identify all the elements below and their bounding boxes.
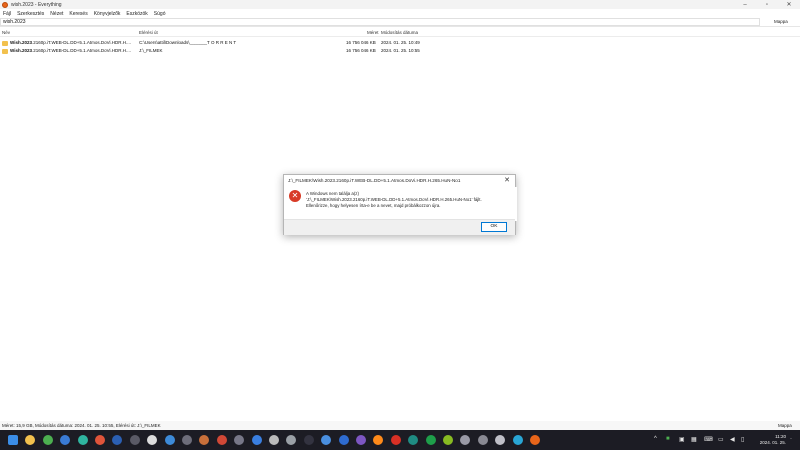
table-row[interactable]: Wish.2023.2160p.iT.WEB-DL.DD+5.1.Atmos.D… — [0, 39, 800, 47]
minimize-icon[interactable]: – — [734, 0, 756, 9]
browser-icon[interactable] — [95, 435, 105, 445]
row-modified: 2024. 01. 25. 10:49 — [381, 40, 420, 45]
start-icon[interactable] — [8, 435, 18, 445]
pen-icon[interactable] — [286, 435, 297, 445]
calculator-icon[interactable] — [129, 435, 140, 445]
file-explorer-icon[interactable] — [25, 435, 36, 445]
folder-icon — [2, 40, 8, 46]
mail-icon[interactable] — [164, 435, 175, 445]
clock-date: 2024. 01. 25. — [759, 440, 786, 445]
tray-app-icon[interactable]: ▦ — [691, 436, 697, 443]
column-path[interactable]: Elérési út — [139, 30, 158, 35]
dialog-message-line3: Ellenőrizze, hogy helyesen írta-e be a n… — [306, 203, 441, 208]
notification-icon[interactable]: · — [790, 436, 792, 442]
settings-app-icon[interactable] — [199, 435, 210, 445]
everything-app-icon — [2, 1, 8, 8]
dialog-title: J:\_FILMEK\Wish.2023.2160p.iT.WEB-DL.DD+… — [288, 178, 461, 183]
column-modified[interactable]: Módosítás dátuma — [381, 30, 418, 35]
chrome-icon[interactable] — [42, 435, 53, 445]
battery-icon[interactable]: ▯ — [741, 436, 744, 443]
menu-item-edit[interactable]: Szerkesztés — [17, 11, 44, 17]
dialog-footer: OK — [284, 219, 515, 235]
edge-icon[interactable] — [77, 435, 88, 445]
title-bar: wish.2023 - Everything – ▫ ✕ — [0, 0, 800, 9]
dialog-close-icon[interactable]: ✕ — [504, 176, 510, 184]
folder-icon — [2, 48, 8, 54]
game-icon[interactable] — [443, 435, 453, 445]
chat-icon[interactable] — [477, 435, 488, 445]
app-blue-icon[interactable] — [251, 435, 262, 445]
grey-app-icon[interactable] — [460, 435, 471, 445]
row-name: Wish.2023.2160p.iT.WEB-DL.DD+5.1.Atmos.D… — [10, 48, 131, 53]
dialog-message: A Windows nem találja a(z) 'J:\_FILMEK\W… — [306, 191, 482, 209]
filter-label: Mappa — [774, 19, 788, 24]
menu-item-view[interactable]: Nézet — [50, 11, 63, 17]
status-text: Méret: 15,9 GB, Módosítás dátuma: 2024. … — [2, 423, 161, 428]
menu-bar: Fájl Szerkesztés Nézet Keresés Könyvjelz… — [0, 9, 800, 18]
close-icon[interactable]: ✕ — [778, 0, 800, 9]
row-size: 16 756 046 KB — [346, 40, 376, 45]
column-headers: Név Elérési út Méret Módosítás dátuma — [0, 29, 800, 37]
row-size: 16 756 046 KB — [346, 48, 376, 53]
menu-item-tools[interactable]: Eszközök — [126, 11, 147, 17]
green-app-icon[interactable] — [425, 435, 436, 445]
tray-app-icon[interactable]: ■ — [666, 436, 670, 442]
gear-icon[interactable] — [321, 435, 332, 445]
teal-app-icon[interactable] — [408, 435, 419, 445]
column-name[interactable]: Név — [2, 30, 10, 35]
volume-icon[interactable]: ◀ — [730, 436, 735, 443]
status-bar: Méret: 15,9 GB, Módosítás dátuma: 2024. … — [0, 421, 800, 430]
row-name-highlight: Wish.2023 — [10, 40, 32, 45]
maximize-icon[interactable]: ▫ — [756, 0, 778, 9]
media-icon[interactable] — [234, 435, 245, 445]
window-title: wish.2023 - Everything — [11, 1, 62, 8]
terminal-icon[interactable] — [303, 435, 314, 445]
error-dialog: J:\_FILMEK\Wish.2023.2160p.iT.WEB-DL.DD+… — [283, 174, 517, 235]
search-app-icon[interactable] — [147, 435, 158, 445]
search-input[interactable]: wish.2023 — [0, 18, 760, 26]
menu-item-file[interactable]: Fájl — [3, 11, 11, 17]
row-name-rest: .2160p.iT.WEB-DL.DD+5.1.Atmos.DoVi.HDR.H… — [31, 48, 132, 53]
row-path: J:\_FILMEK — [139, 48, 163, 53]
filter-dropdown[interactable]: Mappa — [768, 18, 800, 26]
search-row: wish.2023 Mappa — [0, 18, 800, 27]
tool-icon[interactable] — [216, 435, 227, 445]
table-row[interactable]: Wish.2023.2160p.iT.WEB-DL.DD+5.1.Atmos.D… — [0, 47, 800, 55]
app-dot-icon[interactable] — [269, 435, 279, 445]
store-icon[interactable] — [60, 435, 71, 445]
blue-app-icon[interactable] — [338, 435, 349, 445]
row-name: Wish.2023.2160p.iT.WEB-DL.DD+5.1.Atmos.D… — [10, 40, 131, 45]
cyan-app-icon[interactable] — [512, 435, 523, 445]
firefox-icon[interactable] — [373, 435, 384, 445]
menu-item-bookmarks[interactable]: Könyvjelzők — [94, 11, 121, 17]
taskbar: ^ ■ ▣ ▦ ⌨ ▭ ◀ ▯ 11:20 2024. 01. 25. · — [0, 430, 800, 450]
viber-icon[interactable] — [356, 435, 366, 445]
error-icon: ✕ — [289, 190, 301, 202]
dialog-body: ✕ A Windows nem találja a(z) 'J:\_FILMEK… — [284, 187, 517, 221]
chevron-up-icon[interactable]: ^ — [654, 436, 657, 442]
circle-app-icon[interactable] — [495, 435, 506, 445]
clock[interactable]: 11:20 2024. 01. 25. — [752, 434, 786, 446]
everything-icon[interactable] — [530, 435, 540, 445]
row-name-highlight: Wish.2023 — [10, 48, 32, 53]
row-modified: 2024. 01. 25. 10:55 — [381, 48, 420, 53]
network-icon[interactable]: ▭ — [718, 436, 724, 443]
status-filter: Mappa — [778, 423, 792, 428]
column-size[interactable]: Méret — [367, 30, 379, 35]
row-name-rest: .2160p.iT.WEB-DL.DD+5.1.Atmos.DoVi.HDR.H… — [31, 40, 132, 45]
photos-icon[interactable] — [182, 435, 192, 445]
menu-item-search[interactable]: Keresés — [69, 11, 87, 17]
tray-app-icon[interactable]: ▣ — [679, 436, 685, 443]
row-path: C:\Users\attil\Downloads\_______T O R R … — [139, 40, 237, 45]
word-icon[interactable] — [112, 435, 123, 445]
tray-app-icon[interactable]: ⌨ — [704, 436, 713, 443]
ok-button[interactable]: OK — [481, 222, 507, 232]
menu-item-help[interactable]: Súgó — [154, 11, 166, 17]
red-app-icon[interactable] — [390, 435, 401, 445]
